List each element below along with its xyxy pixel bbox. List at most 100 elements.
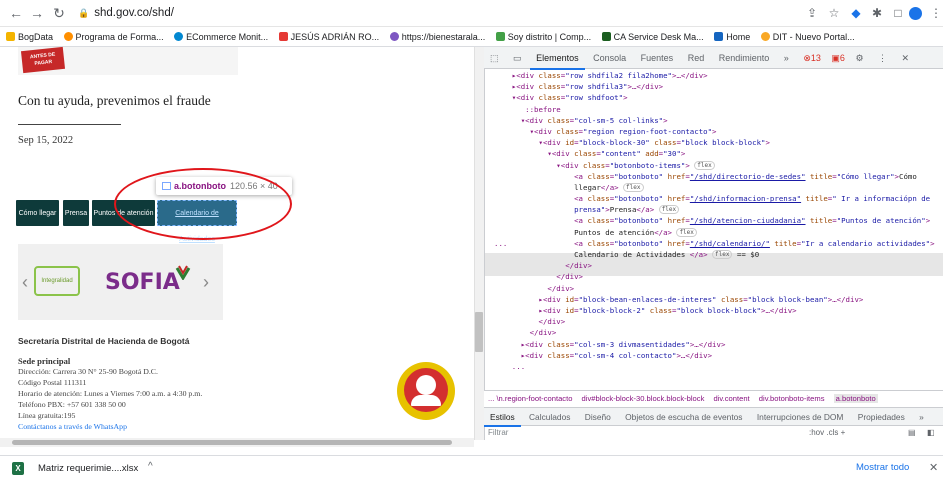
- como-llegar-button[interactable]: Cómo llegar: [16, 200, 59, 226]
- breadcrumb-item[interactable]: div.content: [714, 394, 750, 403]
- puzzle-icon[interactable]: ✱: [869, 5, 885, 21]
- breadcrumb-item[interactable]: div.botonboto-items: [759, 394, 825, 403]
- breadcrumb-item[interactable]: div#block-block-30.block.block-block: [582, 394, 705, 403]
- dom-line[interactable]: ::before: [494, 104, 943, 115]
- menu-kebab-icon[interactable]: ⋮: [928, 5, 943, 21]
- dom-tree[interactable]: ▸<div class="row shdfila2 fila2home">…</…: [494, 70, 943, 388]
- carousel-next-icon[interactable]: ›: [203, 272, 209, 293]
- dom-line[interactable]: Puntos de atención</a> flex: [494, 227, 943, 238]
- footer-line: Horario de atención: Lunes a Viernes 7:0…: [18, 389, 203, 398]
- download-filename[interactable]: Matriz requerimie....xlsx: [38, 463, 138, 474]
- tab-elementos[interactable]: Elementos: [530, 49, 585, 70]
- dom-line[interactable]: <a class="botonboto" href="/shd/informac…: [494, 193, 943, 204]
- bookmark-icon: [495, 32, 505, 41]
- bookmark-item[interactable]: DIT - Nuevo Portal...: [760, 27, 855, 46]
- dom-line[interactable]: ▾<div id="block-block-30" class="block b…: [494, 137, 943, 148]
- error-count-badge[interactable]: ⊗13: [797, 47, 827, 69]
- bookmark-item[interactable]: Programa de Forma...: [63, 27, 164, 46]
- dom-line[interactable]: ▸<div class="row shdfila3">…</div>: [494, 81, 943, 92]
- chevron-up-icon[interactable]: ^: [148, 461, 153, 472]
- forward-arrow-icon[interactable]: →: [29, 5, 45, 21]
- horizontal-scrollbar-thumb[interactable]: [12, 440, 452, 445]
- warning-icon: ▣: [831, 53, 840, 63]
- profile-avatar-icon[interactable]: [909, 7, 922, 20]
- close-download-bar-icon[interactable]: ✕: [929, 461, 938, 474]
- more-style-tabs-icon[interactable]: »: [913, 408, 930, 426]
- dom-line[interactable]: <a class="botonboto" href="/shd/director…: [494, 171, 943, 182]
- footer-line: Dirección: Carrera 30 N° 25-90 Bogotá D.…: [18, 367, 158, 376]
- bookmark-item[interactable]: Soy distrito | Comp...: [495, 27, 591, 46]
- page-scrollbar[interactable]: [474, 47, 484, 440]
- whatsapp-link[interactable]: Contáctanos a través de WhatsApp: [18, 422, 127, 431]
- dom-line[interactable]: </div>: [494, 327, 943, 338]
- dom-line[interactable]: ▸<div id="block-block-2" class="block bl…: [494, 305, 943, 316]
- toggle-sidebar-icon[interactable]: ◧: [927, 426, 935, 440]
- dom-line[interactable]: ▸<div class="col-sm-3 divmasentidades">……: [494, 339, 943, 350]
- scrollbar-thumb[interactable]: [475, 312, 483, 352]
- dom-line[interactable]: </div>: [494, 316, 943, 327]
- carousel-prev-icon[interactable]: ‹: [22, 272, 28, 293]
- more-tabs-icon[interactable]: »: [778, 47, 795, 69]
- dom-line[interactable]: ...: [494, 361, 943, 372]
- dom-line[interactable]: ▾<div class="botonboto-items"> flex: [494, 160, 943, 171]
- dom-line[interactable]: prensa">Prensa</a> flex: [494, 204, 943, 215]
- dom-line[interactable]: llegar</a> flex: [494, 182, 943, 193]
- address-bar[interactable]: 🔒 shd.gov.co/shd/: [78, 4, 408, 23]
- dom-line[interactable]: ▾<div class="row shdfoot">: [494, 92, 943, 103]
- star-icon[interactable]: ☆: [826, 5, 842, 21]
- tab-fuentes[interactable]: Fuentes: [635, 47, 680, 69]
- dom-line[interactable]: ▸<div class="row shdfila2 fila2home">…</…: [494, 70, 943, 81]
- prensa-button[interactable]: Prensa: [63, 200, 89, 226]
- filter-input[interactable]: Filtrar: [488, 428, 508, 437]
- dom-line[interactable]: ▾<div class="content" add="30">: [494, 148, 943, 159]
- reload-icon[interactable]: ↻: [51, 5, 67, 21]
- bookmark-item[interactable]: JESÚS ADRIÁN RO...: [278, 27, 379, 46]
- device-toolbar-icon[interactable]: ▭: [507, 47, 528, 69]
- show-all-button[interactable]: Mostrar todo: [856, 462, 909, 473]
- divider: [18, 124, 121, 125]
- breadcrumb-item[interactable]: ... \n.region-foot-contacto: [488, 394, 572, 403]
- tab-event-listeners[interactable]: Objetos de escucha de eventos: [619, 408, 748, 426]
- devtools-menu-icon[interactable]: ⋮: [872, 47, 893, 69]
- bookmark-item[interactable]: CA Service Desk Ma...: [601, 27, 704, 46]
- dom-line[interactable]: ▸<div class="col-sm-4 col-contacto">…</d…: [494, 350, 943, 361]
- inspect-element-icon[interactable]: ⬚: [484, 47, 505, 69]
- filter-tools[interactable]: :hov .cls +: [809, 426, 845, 440]
- tab-red[interactable]: Red: [682, 47, 711, 69]
- tab-propiedades[interactable]: Propiedades: [852, 408, 911, 426]
- dom-line-selected[interactable]: Calendario de Actividades </a> flex == $…: [494, 249, 943, 260]
- dom-line[interactable]: ▾<div class="region region-foot-contacto…: [494, 126, 943, 137]
- tab-rendimiento[interactable]: Rendimiento: [713, 47, 776, 69]
- footer-line: Código Postal 111311: [18, 378, 87, 387]
- dom-line[interactable]: ▾<div class="col-sm-5 col-links">: [494, 115, 943, 126]
- bookmark-item[interactable]: https://bienestarala...: [389, 27, 485, 46]
- close-icon[interactable]: ✕: [896, 47, 916, 69]
- dom-line[interactable]: </div>: [494, 260, 943, 271]
- user-head-icon: [416, 375, 436, 395]
- extension-icon[interactable]: ◆: [848, 5, 864, 21]
- new-style-rule-icon[interactable]: ▤: [908, 426, 916, 440]
- breadcrumb-item-active[interactable]: a.botonboto: [833, 394, 878, 403]
- tab-consola[interactable]: Consola: [587, 47, 632, 69]
- tab-calculados[interactable]: Calculados: [523, 408, 576, 426]
- tab-diseno[interactable]: Diseño: [579, 408, 617, 426]
- error-icon: ⊗: [803, 53, 811, 63]
- dom-line[interactable]: </div>: [494, 271, 943, 282]
- bookmark-item[interactable]: ECommerce Monit...: [174, 27, 268, 46]
- user-body-icon: [411, 395, 441, 406]
- sidebar-icon[interactable]: □: [890, 5, 906, 21]
- bookmark-icon: [760, 32, 770, 41]
- warning-count-badge[interactable]: ▣6: [829, 47, 847, 69]
- bookmark-icon: [174, 32, 184, 41]
- dom-line[interactable]: ▸<div id="block-bean-enlaces-de-interes"…: [494, 294, 943, 305]
- tab-dom-breakpoints[interactable]: Interrupciones de DOM: [751, 408, 850, 426]
- dom-line[interactable]: <a class="botonboto" href="/shd/atencion…: [494, 215, 943, 226]
- dom-line-selected[interactable]: ... <a class="botonboto" href="/shd/cale…: [494, 238, 943, 249]
- bookmark-item[interactable]: BogData: [6, 27, 53, 46]
- settings-gear-icon[interactable]: ⚙: [849, 47, 869, 69]
- dom-line[interactable]: </div>: [494, 283, 943, 294]
- bookmark-item[interactable]: Home: [714, 27, 750, 46]
- back-arrow-icon[interactable]: ←: [8, 5, 24, 21]
- tab-estilos[interactable]: Estilos: [484, 410, 521, 427]
- share-icon[interactable]: ⇪: [804, 5, 820, 21]
